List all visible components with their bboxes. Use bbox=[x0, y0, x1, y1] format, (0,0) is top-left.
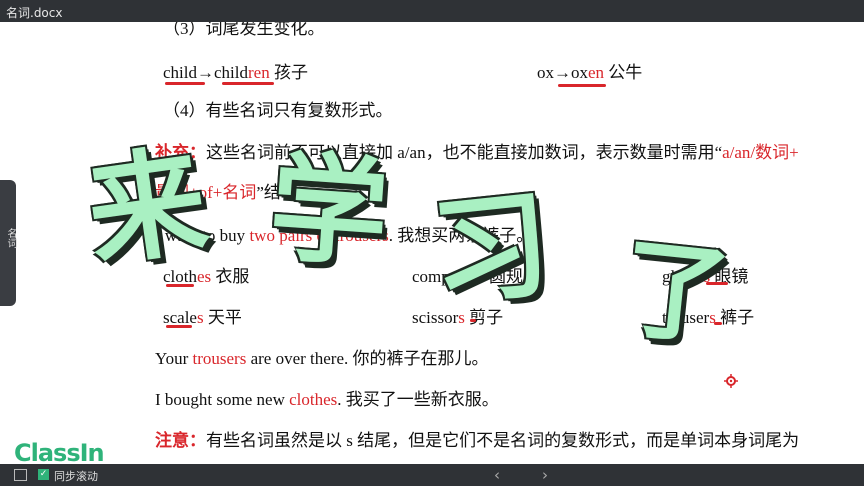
underline-mark bbox=[165, 82, 205, 85]
laser-pointer-icon bbox=[724, 374, 738, 388]
next-page-button[interactable]: › bbox=[542, 466, 548, 484]
title-bar: 名词.docx bbox=[0, 0, 864, 22]
side-panel-tab[interactable]: 名词 bbox=[0, 180, 16, 306]
heading-3: （3）词尾发生变化。 bbox=[163, 22, 325, 38]
example-child: child→children 孩子 bbox=[163, 63, 308, 82]
underline-mark bbox=[166, 284, 194, 287]
prev-page-button[interactable]: ‹ bbox=[494, 466, 500, 484]
panel-toggle-icon[interactable] bbox=[14, 469, 27, 481]
side-tab-label: 名词 bbox=[5, 228, 16, 248]
underline-mark bbox=[222, 82, 274, 85]
overlay-char-2: 学 bbox=[265, 138, 393, 284]
overlay-char-4: 了 bbox=[615, 225, 737, 362]
sentence-2: Your trousers are over there. 你的裤子在那儿。 bbox=[155, 349, 489, 368]
document-page[interactable]: （3）词尾发生变化。 child→children 孩子 ox→oxen 公牛 … bbox=[0, 22, 864, 464]
sentence-3: I bought some new clothes. 我买了一些新衣服。 bbox=[155, 390, 499, 409]
heading-4: （4）有些名词只有复数形式。 bbox=[163, 101, 393, 120]
classin-logo: ClassIn bbox=[14, 439, 105, 467]
sync-scroll-label: 同步滚动 bbox=[54, 470, 98, 483]
underline-mark bbox=[558, 84, 606, 87]
note-line: 注意：有些名词虽然是以 s 结尾，但是它们不是名词的复数形式，而是单词本身词尾为 bbox=[155, 431, 800, 450]
window-title: 名词.docx bbox=[6, 6, 63, 20]
underline-mark bbox=[166, 325, 192, 328]
overlay-char-1: 来 bbox=[78, 130, 216, 284]
bottom-toolbar: ✓ 同步滚动 ‹ › bbox=[0, 464, 864, 486]
supplement-line: 补充：这些名词前不可以直接加 a/an，也不能直接加数词，表示数量时需用“a/a… bbox=[155, 143, 799, 162]
sync-scroll-checkbox[interactable]: ✓ bbox=[38, 469, 49, 480]
example-ox: ox→oxen 公牛 bbox=[537, 63, 643, 82]
overlay-char-3: 习 bbox=[425, 174, 557, 324]
